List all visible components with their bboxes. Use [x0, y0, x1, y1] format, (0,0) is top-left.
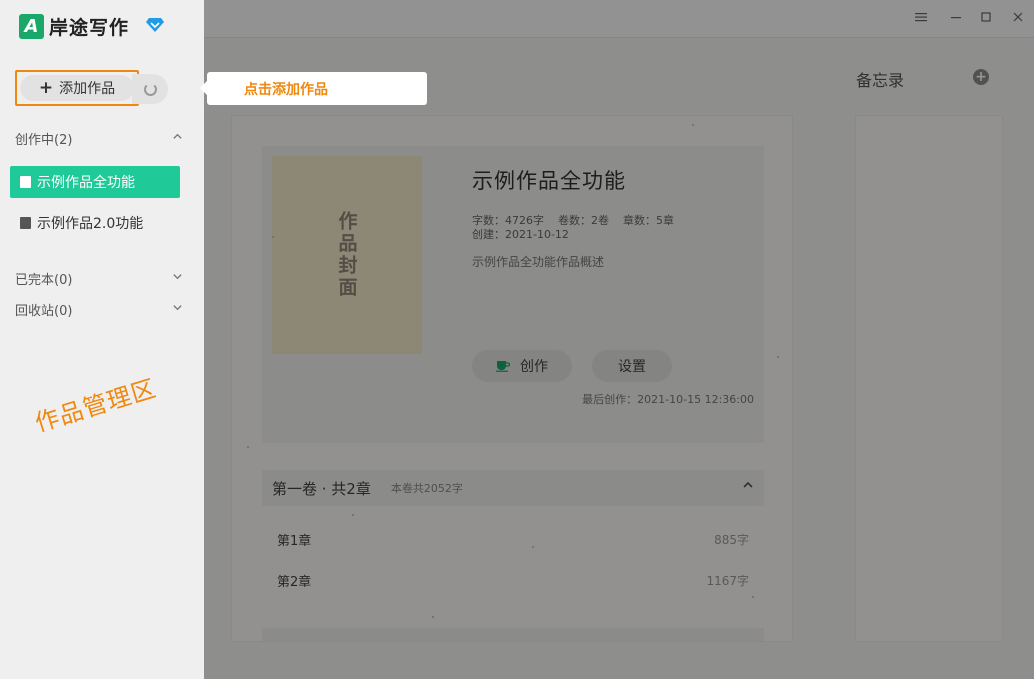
add-work-highlight: + 添加作品	[15, 70, 139, 106]
group-in-progress[interactable]: 创作中(2)	[15, 128, 183, 148]
app-logo-icon: A	[19, 14, 44, 39]
group-finished[interactable]: 已完本(0)	[15, 268, 183, 288]
tooltip-arrow	[200, 81, 207, 95]
group-label: 创作中(2)	[15, 132, 73, 148]
chevron-up-icon	[172, 131, 183, 145]
chevron-down-icon	[172, 302, 183, 316]
sidebar: A 岸途写作 + 添加作品 创作中(2) 示例作品全功能 示例作品2.0功能 已…	[0, 0, 204, 679]
diamond-icon[interactable]	[146, 17, 164, 33]
group-label: 已完本(0)	[15, 272, 73, 288]
plus-icon: +	[38, 78, 54, 98]
add-work-label: 添加作品	[59, 81, 116, 97]
add-work-button[interactable]: + 添加作品	[20, 75, 134, 101]
tooltip-text: 点击添加作品	[244, 81, 328, 98]
add-work-tooltip: 点击添加作品	[200, 72, 427, 105]
work-title: 示例作品2.0功能	[37, 216, 144, 232]
sidebar-annotation: 作品管理区	[31, 374, 160, 438]
work-title: 示例作品全功能	[37, 175, 135, 191]
group-label: 回收站(0)	[15, 303, 73, 319]
book-icon	[20, 217, 31, 229]
book-icon	[20, 176, 31, 188]
work-item[interactable]: 示例作品2.0功能	[10, 207, 180, 239]
refresh-icon	[143, 82, 157, 96]
group-recycle-bin[interactable]: 回收站(0)	[15, 299, 183, 319]
refresh-button[interactable]	[132, 74, 168, 104]
work-item-active[interactable]: 示例作品全功能	[10, 166, 180, 198]
chevron-down-icon	[172, 271, 183, 285]
app-name: 岸途写作	[49, 17, 130, 39]
